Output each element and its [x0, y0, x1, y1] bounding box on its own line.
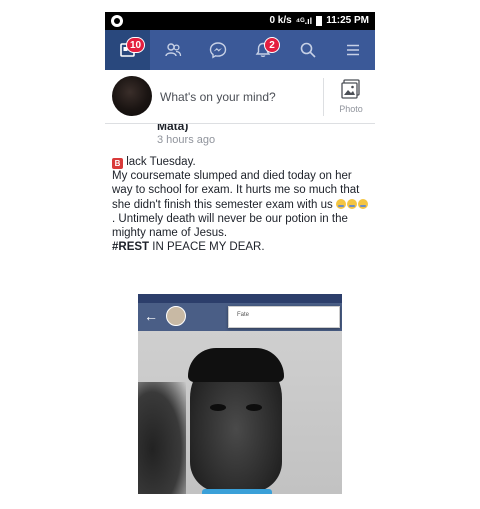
embedded-status-bar: [138, 294, 342, 303]
b-emoji-icon: B: [112, 158, 123, 169]
user-avatar[interactable]: [112, 76, 152, 116]
crying-emoji-icon: [347, 198, 357, 209]
portrait-hair: [188, 348, 284, 382]
embedded-popup-text: Fate: [237, 312, 250, 318]
post-line-3: . Untimely death will never be our potio…: [112, 212, 348, 240]
photo-label: Photo: [339, 104, 363, 114]
portrait-eye: [210, 404, 226, 411]
search-icon: [300, 42, 316, 58]
photo-button[interactable]: Photo: [331, 76, 371, 120]
notifications-badge: 2: [264, 37, 280, 53]
clock: 11:25 PM: [326, 15, 369, 26]
photo-icon: [341, 79, 360, 99]
home-badge: 10: [126, 37, 146, 53]
signal-icon: ⁴ᴳ.ıl: [295, 15, 313, 26]
post-author[interactable]: Mata): [157, 124, 188, 132]
embedded-avatar: [166, 306, 186, 326]
portrait-eye: [246, 404, 262, 411]
photo-shadow: [138, 382, 186, 494]
phone-screen: 0 k/s ⁴ᴳ.ıl 11:25 PM 10 2 What's on your…: [105, 12, 375, 494]
friends-icon: [164, 43, 181, 57]
nav-search-tab[interactable]: [285, 30, 330, 70]
crying-emoji-icon: [358, 198, 368, 209]
nav-messenger-tab[interactable]: [195, 30, 240, 70]
post-line-4: IN PEACE MY DEAR.: [149, 241, 265, 254]
top-nav: 10 2: [105, 30, 375, 70]
post-timestamp[interactable]: 3 hours ago: [157, 134, 215, 146]
nav-home-tab[interactable]: 10: [105, 30, 150, 70]
embedded-back-icon: ←: [144, 308, 158, 324]
composer-divider: [323, 78, 324, 116]
post-line-2: My coursemate slumped and died today on …: [112, 170, 360, 211]
data-rate: 0 k/s: [269, 15, 292, 26]
blue-overlay-text: [202, 489, 272, 494]
app-notification-icon: [111, 15, 123, 27]
battery-icon: [316, 15, 323, 26]
composer-input[interactable]: What's on your mind?: [160, 90, 276, 104]
post-text: B lack Tuesday. My coursemate slumped an…: [112, 155, 370, 254]
post-photo[interactable]: ← Fate: [138, 294, 342, 494]
post-line-1: lack Tuesday.: [126, 156, 196, 168]
hashtag-link[interactable]: #REST: [112, 241, 149, 253]
embedded-popup: Fate: [228, 306, 340, 328]
status-bar: 0 k/s ⁴ᴳ.ıl 11:25 PM: [105, 12, 375, 30]
nav-notifications-tab[interactable]: 2: [240, 30, 285, 70]
status-composer: What's on your mind? Photo: [105, 70, 375, 124]
menu-icon: [346, 44, 359, 56]
nav-menu-tab[interactable]: [330, 30, 375, 70]
crying-emoji-icon: [336, 198, 346, 209]
messenger-icon: [209, 42, 226, 59]
nav-friends-tab[interactable]: [150, 30, 195, 70]
